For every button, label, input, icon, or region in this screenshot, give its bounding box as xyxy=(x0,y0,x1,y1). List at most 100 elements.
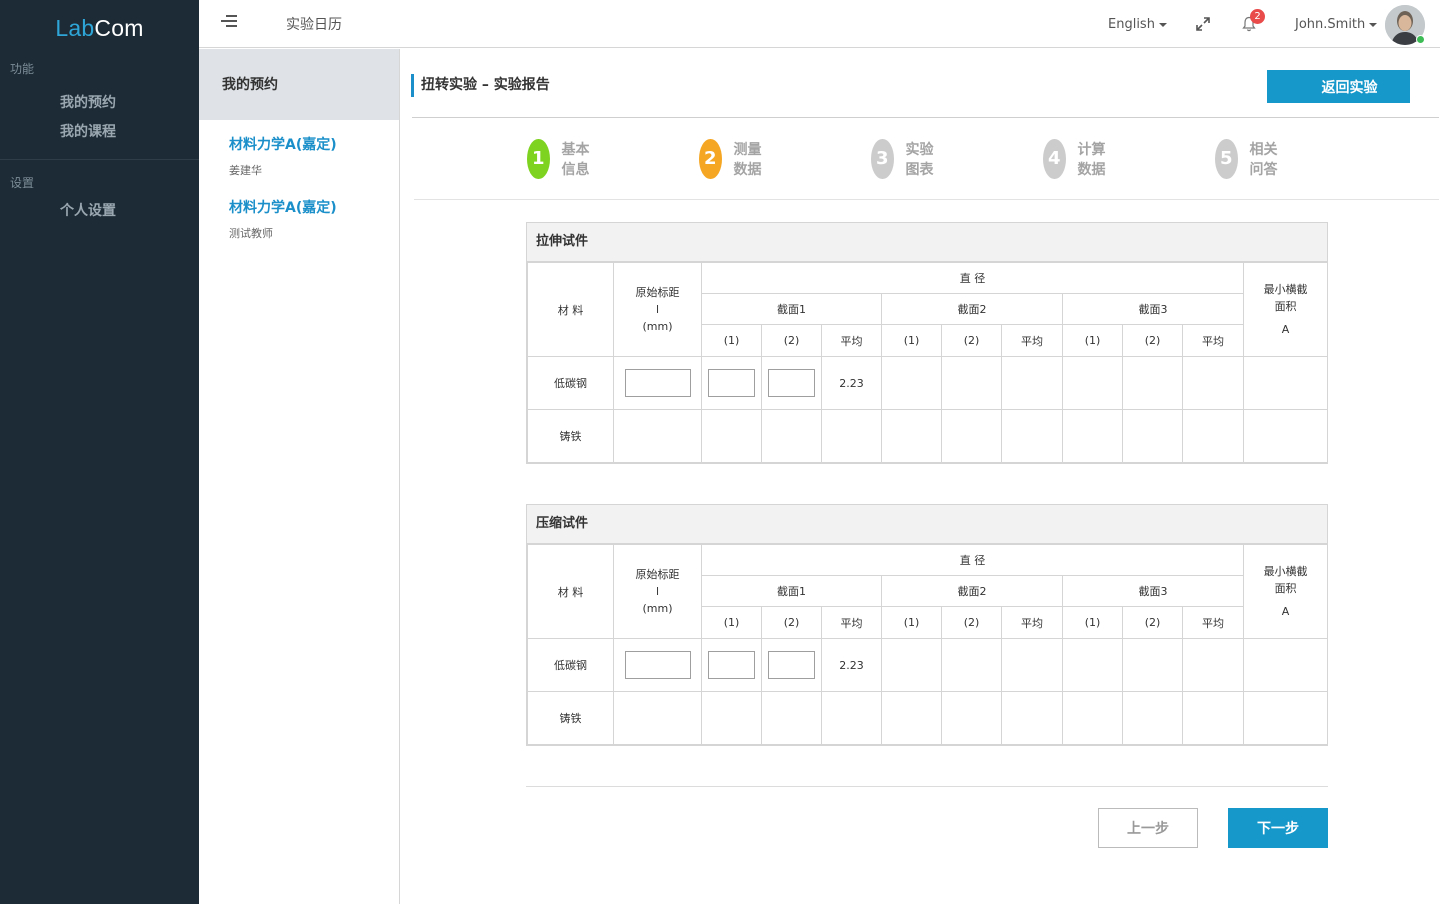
table-cell xyxy=(613,691,702,745)
reservation-panel-title: 我的预约 xyxy=(199,49,399,120)
step-label: 实验图表 xyxy=(905,142,934,178)
header-gauge-line2: l xyxy=(655,585,660,598)
section1-measure1-cell xyxy=(701,356,762,410)
table-cell xyxy=(881,638,942,692)
language-dropdown[interactable]: English xyxy=(1108,17,1167,32)
gauge-length-cell xyxy=(613,638,702,692)
step-4[interactable]: 4 计算数据 xyxy=(1043,139,1109,179)
section1-average: 2.23 xyxy=(821,356,882,410)
course-item[interactable]: 材料力学A(嘉定) 姜建华 xyxy=(199,134,399,178)
step-number: 1 xyxy=(527,139,550,179)
header-section-1: 截面1 xyxy=(701,293,882,325)
top-bar: 实验日历 English 2 John.Smith xyxy=(199,0,1440,48)
steps-divider xyxy=(414,199,1439,200)
table-cell xyxy=(881,356,942,410)
table-cell xyxy=(821,691,882,745)
step-label: 测量数据 xyxy=(733,142,762,178)
gauge-length-input[interactable] xyxy=(624,651,691,679)
header-gauge-length: 原始标距 l (mm) xyxy=(613,262,702,357)
header-measure-2: (2) xyxy=(1122,606,1183,639)
chevron-down-icon xyxy=(1369,22,1378,27)
section1-average: 2.23 xyxy=(821,638,882,692)
header-measure-2: (2) xyxy=(761,606,822,639)
fullscreen-icon[interactable] xyxy=(1196,17,1210,31)
gauge-length-cell xyxy=(613,356,702,410)
menu-toggle-icon[interactable] xyxy=(221,15,237,31)
sidebar-item-my-reservations[interactable]: 我的预约 xyxy=(60,89,199,118)
header-min-area: 最小横截 面积 A xyxy=(1243,544,1329,639)
title-divider xyxy=(412,117,1439,118)
sidebar-features-list: 我的预约 我的课程 xyxy=(0,89,199,147)
sidebar-item-my-courses[interactable]: 我的课程 xyxy=(60,118,199,147)
header-gauge-line1: 原始标距 xyxy=(635,286,680,299)
calendar-link[interactable]: 实验日历 xyxy=(286,14,342,34)
course-teacher: 测试教师 xyxy=(229,227,273,240)
table-row: 低碳钢 2.23 xyxy=(527,356,1329,410)
previous-step-button[interactable]: 上一步 xyxy=(1098,808,1198,848)
table-cell xyxy=(941,409,1002,463)
table-cell xyxy=(761,691,822,745)
table-cell xyxy=(1001,409,1063,463)
sidebar-item-personal-settings[interactable]: 个人设置 xyxy=(60,197,199,226)
gauge-length-input[interactable] xyxy=(624,369,691,397)
table-cell xyxy=(1062,409,1123,463)
section1-measure1-input[interactable] xyxy=(708,651,755,679)
table-cell xyxy=(1062,638,1123,692)
step-number: 2 xyxy=(699,139,722,179)
panel-title: 压缩试件 xyxy=(527,505,1327,544)
table-cell xyxy=(1181,691,1245,745)
step-label: 相关问答 xyxy=(1249,142,1278,178)
header-min-area: 最小横截 面积 A xyxy=(1243,262,1329,357)
table-cell xyxy=(701,691,762,745)
header-gauge-length: 原始标距 l (mm) xyxy=(613,544,702,639)
course-item[interactable]: 材料力学A(嘉定) 测试教师 xyxy=(199,197,399,241)
section1-measure2-input[interactable] xyxy=(768,369,815,397)
back-to-experiment-button[interactable]: 返回实验 xyxy=(1267,70,1410,103)
header-measure-1: (1) xyxy=(701,324,762,357)
table-row: 铸铁 xyxy=(527,409,1329,463)
table-row: 铸铁 xyxy=(527,691,1329,745)
row-material: 低碳钢 xyxy=(527,638,614,692)
table-cell xyxy=(701,409,762,463)
online-status-dot xyxy=(1416,35,1425,44)
header-measure-2: (2) xyxy=(941,606,1002,639)
panel-title: 拉伸试件 xyxy=(527,223,1327,262)
table-cell xyxy=(1001,638,1063,692)
step-number: 4 xyxy=(1043,139,1066,179)
header-area-line1: 最小横截 xyxy=(1263,283,1308,296)
header-material: 材 料 xyxy=(527,262,614,357)
logo-com: Com xyxy=(94,14,144,41)
header-area-line2: 面积 xyxy=(1274,582,1297,595)
user-menu[interactable]: John.Smith xyxy=(1295,17,1378,32)
section1-measure1-input[interactable] xyxy=(708,369,755,397)
header-measure-1: (1) xyxy=(1062,606,1123,639)
next-step-button[interactable]: 下一步 xyxy=(1228,808,1328,848)
header-measure-2: (2) xyxy=(941,324,1002,357)
step-3[interactable]: 3 实验图表 xyxy=(871,139,937,179)
header-average: 平均 xyxy=(1181,324,1245,357)
table-cell xyxy=(881,409,942,463)
step-5[interactable]: 5 相关问答 xyxy=(1215,139,1281,179)
sidebar-section-features: 功能 xyxy=(10,62,35,76)
header-section-3: 截面3 xyxy=(1061,575,1245,607)
sidebar: Lab Com 功能 我的预约 我的课程 设置 个人设置 xyxy=(0,0,199,904)
step-1[interactable]: 1 基本信息 xyxy=(527,139,593,179)
step-2[interactable]: 2 测量数据 xyxy=(699,139,765,179)
table-cell xyxy=(761,409,822,463)
header-measure-1: (1) xyxy=(881,324,942,357)
app-logo[interactable]: Lab Com xyxy=(0,0,199,56)
header-area-line2: 面积 xyxy=(1274,300,1297,313)
table-cell xyxy=(1001,691,1063,745)
section1-measure2-input[interactable] xyxy=(768,651,815,679)
table-cell xyxy=(1062,691,1123,745)
measurement-table: 材 料 原始标距 l (mm) 直 径 最小横截 面积 A 截面1 截面2 截面… xyxy=(527,262,1329,463)
header-gauge-line1: 原始标距 xyxy=(635,568,680,581)
table-cell xyxy=(821,409,882,463)
table-cell xyxy=(1181,356,1245,410)
header-measure-2: (2) xyxy=(1122,324,1183,357)
section1-measure2-cell xyxy=(761,638,822,692)
header-area-line3: A xyxy=(1281,605,1290,618)
header-average: 平均 xyxy=(1001,324,1063,357)
table-cell xyxy=(1122,356,1183,410)
table-cell xyxy=(1243,356,1329,410)
